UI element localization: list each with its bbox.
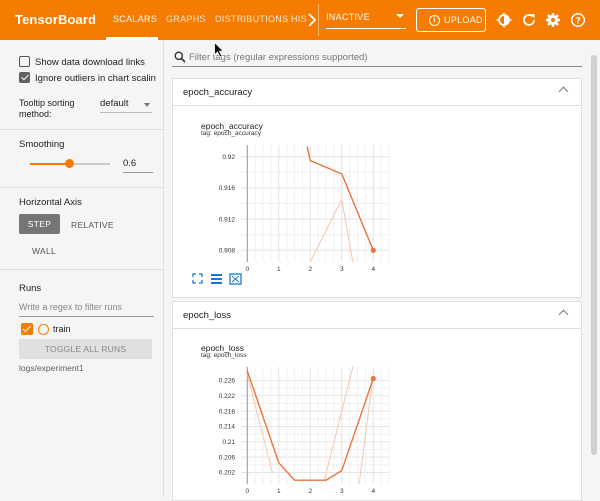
x-tick-label: 3 — [340, 488, 344, 494]
y-tick-label: 0.218 — [219, 408, 236, 415]
collapse-icon[interactable] — [558, 309, 569, 320]
raw-series-line — [246, 374, 273, 473]
toggle-log-scale-icon[interactable] — [211, 274, 222, 284]
runs-label: Runs — [19, 283, 42, 294]
sidebar: Show data download links Ignore outliers… — [0, 40, 164, 497]
run-name: train — [53, 323, 71, 334]
card-epoch-loss: epoch_loss epoch_loss tag: epoch_loss 0.… — [172, 301, 582, 501]
tab-graphs[interactable]: GRAPHS — [166, 14, 206, 24]
smoothing-slider[interactable] — [30, 159, 110, 168]
dropdown-caret-icon — [144, 103, 150, 107]
smoothing-input[interactable]: 0.6 — [123, 158, 153, 173]
y-tick-label: 0.912 — [219, 216, 236, 223]
divider — [0, 129, 164, 130]
tooltip-sorting-value: default — [100, 98, 129, 109]
ignore-outliers-row: Ignore outliers in chart scaling — [0, 68, 156, 88]
x-tick-label: 2 — [308, 488, 312, 494]
raw-series-line — [309, 198, 354, 262]
axis-relative-button[interactable]: RELATIVE — [71, 220, 114, 230]
tag-filter-input[interactable]: Filter tags (regular expressions support… — [172, 49, 582, 67]
top-app-bar: TensorBoard SCALARS GRAPHS DISTRIBUTIONS… — [0, 0, 600, 40]
x-tick-label: 3 — [340, 266, 344, 272]
help-icon[interactable]: ? — [570, 12, 586, 28]
collapse-icon[interactable] — [558, 86, 569, 97]
info-icon: i — [429, 15, 440, 26]
card-header[interactable]: epoch_accuracy — [173, 79, 581, 106]
runs-filter-input[interactable]: Write a regex to filter runs — [19, 302, 154, 317]
tab-scalars[interactable]: SCALARS — [113, 14, 157, 24]
x-tick-label: 2 — [308, 266, 312, 272]
y-tick-label: 0.92 — [222, 154, 235, 161]
x-tick-label: 4 — [371, 488, 375, 494]
last-point-marker — [370, 247, 376, 253]
scrollbar-thumb[interactable] — [591, 55, 597, 455]
mouse-cursor-icon — [214, 42, 224, 58]
theme-icon[interactable] — [496, 12, 512, 28]
tab-histograms[interactable]: HIS — [291, 14, 307, 24]
card-title: epoch_loss — [183, 310, 232, 321]
run-checkbox[interactable] — [21, 323, 33, 335]
chart-tag: tag: epoch_loss — [201, 352, 247, 359]
last-point-marker — [370, 375, 376, 382]
tab-distributions[interactable]: DISTRIBUTIONS — [215, 14, 288, 24]
x-tick-label: 4 — [371, 266, 375, 272]
svg-text:?: ? — [575, 15, 581, 25]
checkbox-box — [19, 72, 30, 83]
slider-thumb[interactable] — [65, 159, 75, 168]
fit-domain-icon[interactable] — [229, 273, 242, 285]
divider — [0, 269, 164, 270]
y-tick-label: 0.21 — [222, 439, 235, 446]
y-tick-label: 0.202 — [219, 470, 236, 477]
search-icon — [174, 51, 186, 63]
show-download-links-checkbox[interactable]: Show data download links — [19, 56, 145, 68]
horizontal-axis-label: Horizontal Axis — [19, 197, 82, 208]
checkbox-label: Show data download links — [35, 57, 145, 68]
ignore-outliers-checkbox[interactable]: Ignore outliers in chart scaling — [19, 72, 156, 84]
y-tick-label: 0.916 — [219, 185, 236, 192]
y-tick-label: 0.206 — [219, 454, 236, 461]
nav-divider — [318, 4, 319, 36]
upload-label: UPLOAD — [444, 15, 483, 25]
checkbox-box — [19, 56, 30, 67]
y-tick-label: 0.214 — [219, 424, 236, 431]
page-scrollbar[interactable] — [590, 45, 598, 495]
axis-step-button[interactable]: STEP — [19, 214, 60, 234]
raw-series-line — [323, 367, 354, 481]
fullscreen-icon[interactable] — [192, 273, 203, 284]
chevron-right-icon[interactable] — [307, 13, 317, 27]
card-header[interactable]: epoch_loss — [173, 302, 581, 329]
tooltip-sorting-label-line2: method: — [19, 109, 52, 119]
tooltip-sorting-label: Tooltip sorting method: — [19, 98, 75, 120]
x-tick-label: 0 — [245, 488, 249, 494]
run-status-value: INACTIVE — [326, 12, 370, 22]
chart-toolbar — [192, 272, 262, 290]
brand-title: TensorBoard — [15, 12, 97, 27]
raw-series-line — [358, 374, 374, 484]
tooltip-sorting-label-line1: Tooltip sorting — [19, 98, 75, 108]
y-tick-label: 0.222 — [219, 393, 236, 400]
y-tick-label: 0.908 — [219, 248, 236, 255]
loss-chart[interactable]: 0.226 0.222 0.218 0.214 0.21 0.206 0.202 0 1 2 3 4 — [173, 359, 403, 494]
card-title: epoch_accuracy — [183, 87, 253, 98]
logdir-path: logs/experiment1 — [19, 363, 84, 373]
slider-fill — [30, 163, 70, 165]
y-tick-label: 0.226 — [219, 378, 236, 385]
tooltip-sorting-select[interactable]: default — [100, 98, 152, 113]
run-color-dot[interactable] — [38, 323, 49, 335]
card-epoch-accuracy: epoch_accuracy epoch_accuracy tag: epoch… — [172, 78, 582, 298]
checkbox-label: Ignore outliers in chart scaling — [35, 73, 156, 84]
axis-wall-button[interactable]: WALL — [32, 246, 56, 256]
upload-button[interactable]: i UPLOAD — [416, 8, 486, 32]
toggle-all-runs-button[interactable]: TOGGLE ALL RUNS — [19, 339, 152, 359]
accuracy-chart[interactable]: 0.920.9160.9120.9080 1 2 3 4 — [173, 137, 403, 272]
settings-icon[interactable] — [545, 12, 561, 28]
divider — [0, 187, 164, 188]
smoothing-label: Smoothing — [19, 139, 65, 150]
refresh-icon[interactable] — [521, 12, 537, 28]
dropdown-caret-icon — [396, 14, 404, 18]
chart-tag: tag: epoch_accuracy — [201, 130, 261, 137]
run-status-select[interactable]: INACTIVE — [326, 12, 406, 29]
x-tick-label: 1 — [277, 488, 281, 494]
x-tick-label: 1 — [277, 266, 281, 272]
